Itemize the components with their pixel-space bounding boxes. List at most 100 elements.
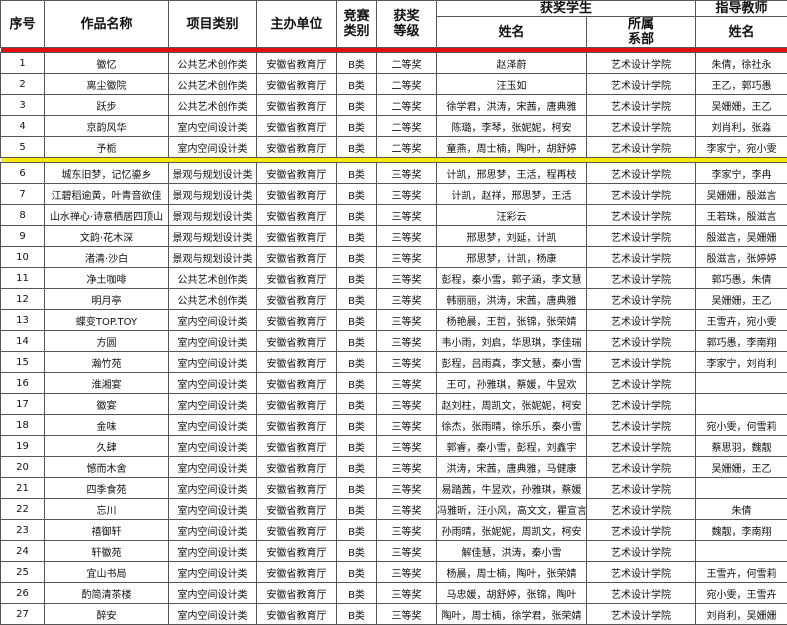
cell-teachers: 朱倩 — [696, 499, 787, 520]
cell-students: 计凯，赵祥，邢思梦，王活 — [437, 184, 587, 205]
cell-organizer: 安徽省教育厅 — [257, 268, 337, 289]
header-student-name: 姓名 — [437, 17, 587, 48]
cell-class: B类 — [337, 310, 377, 331]
cell-students: 马忠媛，胡舒婷，张锦，陶叶 — [437, 583, 587, 604]
cell-organizer: 安徽省教育厅 — [257, 436, 337, 457]
cell-organizer: 安徽省教育厅 — [257, 116, 337, 137]
cell-organizer: 安徽省教育厅 — [257, 205, 337, 226]
cell-organizer: 安徽省教育厅 — [257, 289, 337, 310]
cell-work: 方圆 — [45, 331, 169, 352]
cell-students: 彭程，秦小雪，郭子涵，李文慧 — [437, 268, 587, 289]
cell-department: 艺术设计学院 — [587, 604, 696, 625]
table-row: 24轩徽苑室内空间设计类安徽省教育厅B类三等奖解佳慧，洪涛，秦小雪艺术设计学院 — [1, 541, 787, 562]
cell-seq: 16 — [1, 373, 45, 394]
cell-seq: 14 — [1, 331, 45, 352]
cell-category: 景观与规划设计类 — [169, 163, 257, 184]
cell-organizer: 安徽省教育厅 — [257, 226, 337, 247]
cell-award: 三等奖 — [377, 184, 437, 205]
cell-teachers — [696, 478, 787, 499]
cell-work: 城东旧梦，记忆鎏乡 — [45, 163, 169, 184]
cell-seq: 10 — [1, 247, 45, 268]
cell-seq: 8 — [1, 205, 45, 226]
table-row: 3跃步公共艺术创作类安徽省教育厅B类二等奖徐学君，洪涛，宋茜，唐典雅艺术设计学院… — [1, 95, 787, 116]
cell-award: 三等奖 — [377, 373, 437, 394]
cell-organizer: 安徽省教育厅 — [257, 478, 337, 499]
table-row: 12明月亭公共艺术创作类安徽省教育厅B类三等奖韩丽丽，洪涛，宋茜，唐典雅艺术设计… — [1, 289, 787, 310]
cell-work: 忘川 — [45, 499, 169, 520]
cell-teachers: 宛小雯，王雪卉 — [696, 583, 787, 604]
cell-class: B类 — [337, 268, 377, 289]
cell-category: 室内空间设计类 — [169, 604, 257, 625]
cell-teachers: 吴姗姗，殷滋言 — [696, 184, 787, 205]
table-row: 23禧御轩室内空间设计类安徽省教育厅B类三等奖孙雨晴，张妮妮，周凯文，柯安艺术设… — [1, 520, 787, 541]
cell-department: 艺术设计学院 — [587, 289, 696, 310]
cell-award: 三等奖 — [377, 226, 437, 247]
table-row: 25宜山书局室内空间设计类安徽省教育厅B类三等奖杨晨，周士楠，陶叶，张荣婧艺术设… — [1, 562, 787, 583]
cell-students: 冯雅昕，汪小风，高文文，瞿宣言 — [437, 499, 587, 520]
cell-organizer: 安徽省教育厅 — [257, 163, 337, 184]
cell-organizer: 安徽省教育厅 — [257, 310, 337, 331]
cell-award: 三等奖 — [377, 163, 437, 184]
cell-department: 艺术设计学院 — [587, 562, 696, 583]
cell-teachers — [696, 373, 787, 394]
cell-class: B类 — [337, 583, 377, 604]
cell-seq: 23 — [1, 520, 45, 541]
cell-department: 艺术设计学院 — [587, 310, 696, 331]
cell-work: 淮湘宴 — [45, 373, 169, 394]
cell-department: 艺术设计学院 — [587, 74, 696, 95]
cell-department: 艺术设计学院 — [587, 478, 696, 499]
table-row: 19久肆室内空间设计类安徽省教育厅B类三等奖郭睿，秦小雪，彭程，刘鑫宇艺术设计学… — [1, 436, 787, 457]
cell-teachers: 吴姗姗，王乙 — [696, 457, 787, 478]
cell-seq: 13 — [1, 310, 45, 331]
cell-teachers: 郭巧愚，朱倩 — [696, 268, 787, 289]
cell-organizer: 安徽省教育厅 — [257, 137, 337, 158]
cell-seq: 7 — [1, 184, 45, 205]
cell-work: 明月亭 — [45, 289, 169, 310]
table-row: 17徽宴室内空间设计类安徽省教育厅B类三等奖赵刘柱，周凯文，张妮妮，柯安艺术设计… — [1, 394, 787, 415]
cell-organizer: 安徽省教育厅 — [257, 184, 337, 205]
cell-seq: 18 — [1, 415, 45, 436]
cell-award: 三等奖 — [377, 247, 437, 268]
cell-work: 跃步 — [45, 95, 169, 116]
cell-organizer: 安徽省教育厅 — [257, 562, 337, 583]
cell-department: 艺术设计学院 — [587, 415, 696, 436]
cell-award: 三等奖 — [377, 541, 437, 562]
header-competition-class: 竞赛 类别 — [337, 1, 377, 48]
cell-award: 三等奖 — [377, 583, 437, 604]
cell-students: 洪涛，宋茜，唐典雅，马健康 — [437, 457, 587, 478]
cell-class: B类 — [337, 95, 377, 116]
cell-category: 室内空间设计类 — [169, 562, 257, 583]
header-category: 项目类别 — [169, 1, 257, 48]
cell-seq: 15 — [1, 352, 45, 373]
cell-class: B类 — [337, 74, 377, 95]
cell-department: 艺术设计学院 — [587, 137, 696, 158]
cell-teachers — [696, 394, 787, 415]
cell-organizer: 安徽省教育厅 — [257, 604, 337, 625]
cell-department: 艺术设计学院 — [587, 247, 696, 268]
cell-seq: 1 — [1, 53, 45, 74]
cell-students: 王可，孙雅琪，蔡媛，牛昱欢 — [437, 373, 587, 394]
cell-organizer: 安徽省教育厅 — [257, 95, 337, 116]
cell-work: 徽宴 — [45, 394, 169, 415]
cell-work: 四季食苑 — [45, 478, 169, 499]
cell-students: 易踏茜，牛昱欢，孙雅琪，蔡媛 — [437, 478, 587, 499]
header-seq: 序号 — [1, 1, 45, 48]
cell-organizer: 安徽省教育厅 — [257, 352, 337, 373]
cell-category: 室内空间设计类 — [169, 583, 257, 604]
cell-class: B类 — [337, 226, 377, 247]
cell-department: 艺术设计学院 — [587, 499, 696, 520]
cell-department: 艺术设计学院 — [587, 163, 696, 184]
cell-category: 室内空间设计类 — [169, 541, 257, 562]
cell-teachers: 王乙，郭巧愚 — [696, 74, 787, 95]
cell-teachers: 王若珠，殷滋言 — [696, 205, 787, 226]
cell-department: 艺术设计学院 — [587, 95, 696, 116]
cell-seq: 17 — [1, 394, 45, 415]
cell-award: 三等奖 — [377, 436, 437, 457]
cell-department: 艺术设计学院 — [587, 184, 696, 205]
table-row: 14方圆室内空间设计类安徽省教育厅B类三等奖韦小雨，刘启，华思琪，李佳瑞艺术设计… — [1, 331, 787, 352]
cell-teachers — [696, 541, 787, 562]
table-row: 4京韵风华室内空间设计类安徽省教育厅B类二等奖陈璐，李琴，张妮妮，柯安艺术设计学… — [1, 116, 787, 137]
cell-students: 杨艳晨，王哲，张锦，张荣婧 — [437, 310, 587, 331]
cell-work: 禧御轩 — [45, 520, 169, 541]
cell-teachers: 殷滋言，吴姗姗 — [696, 226, 787, 247]
